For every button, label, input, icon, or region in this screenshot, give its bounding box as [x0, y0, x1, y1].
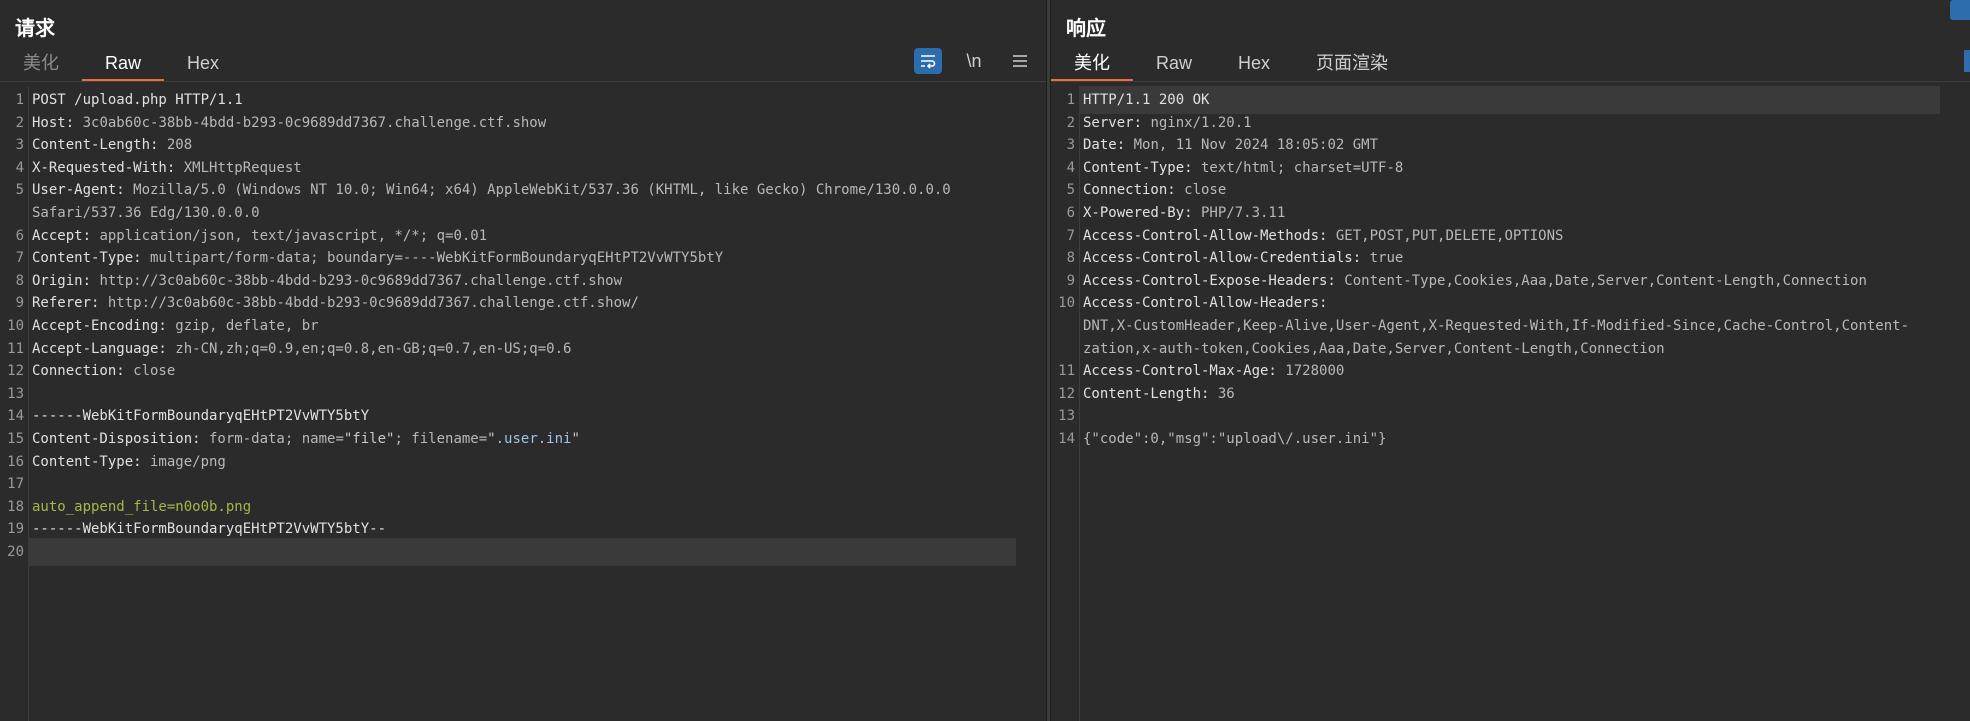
header-value: true — [1361, 250, 1404, 267]
header-name: Server: — [1083, 114, 1143, 131]
tab-raw[interactable]: Raw — [82, 48, 165, 82]
tab-pretty[interactable]: 美化 — [0, 48, 82, 82]
code-line[interactable]: 20 — [0, 538, 1046, 566]
header-value: DNT,X-CustomHeader,Keep-Alive,User-Agent… — [1083, 318, 1910, 334]
header-name: Connection: — [1083, 182, 1176, 199]
header-name: Content-Disposition: — [32, 431, 201, 447]
filename-value: .user.ini — [495, 431, 572, 447]
newline-toggle-button[interactable]: \n — [960, 48, 988, 74]
header-name: Origin: — [32, 272, 92, 289]
header-value: http://3c0ab60c-38bb-4bdd-b293-0c9689dd7… — [91, 272, 623, 289]
header-value: zation,x-auth-token,Cookies,Aaa,Date,Ser… — [1083, 340, 1665, 357]
header-value: PHP/7.3.11 — [1192, 205, 1286, 221]
response-title: 响应 — [1066, 18, 1106, 40]
header-value: GET,POST,PUT,DELETE,OPTIONS — [1327, 227, 1564, 244]
tabs-divider — [0, 81, 1046, 82]
header-name: Access-Control-Max-Age: — [1083, 363, 1277, 380]
header-value: Mozilla/5.0 (Windows NT 10.0; Win64; x64… — [124, 182, 951, 199]
header-name: Date: — [1083, 137, 1126, 154]
line-number: 20 — [7, 544, 24, 560]
header-name: Connection: — [32, 363, 125, 380]
header-name: Content-Length: — [1083, 385, 1210, 402]
header-value: close — [124, 363, 176, 380]
tab-hex[interactable]: Hex — [1215, 48, 1293, 82]
header-name: X-Powered-By: — [1083, 205, 1193, 221]
header-name: Content-Type: — [32, 453, 142, 470]
header-value: nginx/1.20.1 — [1142, 114, 1252, 131]
tab-hex[interactable]: Hex — [164, 48, 242, 82]
header-name: Accept-Encoding: — [32, 318, 167, 334]
header-name: ------WebKitFormBoundaryqEHtPT2VvWTY5btY… — [32, 521, 387, 538]
header-value: image/png — [141, 453, 226, 470]
header-value: text/html; charset=UTF-8 — [1192, 159, 1404, 176]
request-pane: 请求 美化 Raw Hex \n 1 POST /upload.php HTTP/… — [0, 0, 1046, 721]
header-value: zh-CN,zh;q=0.9,en;q=0.8,en-GB;q=0.7,en-U… — [166, 340, 572, 357]
header-name: Accept: — [32, 227, 92, 244]
tab-raw[interactable]: Raw — [1133, 48, 1215, 82]
header-value: 1728000 — [1276, 363, 1345, 380]
code-line[interactable]: 14 {"code":0,"msg":"upload\/.user.ini"} — [1051, 425, 1970, 453]
header-name: X-Requested-With: — [32, 159, 176, 176]
response-editor[interactable]: 1 HTTP/1.1 200 OK 2 Server: nginx/1.20.1 3 Da… — [1051, 86, 1970, 721]
header-name: Access-Control-Allow-Methods: — [1083, 227, 1328, 244]
tabs-divider — [1051, 81, 1970, 82]
menu-icon[interactable] — [1006, 48, 1034, 74]
header-name: Accept-Language: — [32, 340, 167, 357]
header-value: http://3c0ab60c-38bb-4bdd-b293-0c9689dd7… — [99, 295, 639, 312]
wrap-icon[interactable] — [914, 48, 942, 74]
tab-render[interactable]: 页面渲染 — [1293, 48, 1411, 82]
header-name: User-Agent: — [32, 182, 125, 199]
header-value: form-data; name= — [200, 431, 344, 447]
header-value: gzip, deflate, br — [166, 318, 319, 334]
header-name: Access-Control-Expose-Headers: — [1083, 272, 1336, 289]
request-title: 请求 — [15, 18, 55, 40]
quote-mark: " — [487, 431, 496, 447]
header-name: Content-Length: — [32, 137, 159, 154]
current-line-highlight — [28, 538, 1016, 566]
header-value: application/json, text/javascript, */*; … — [91, 227, 488, 244]
header-value: {"code":0,"msg":"upload\/.user.ini"} — [1083, 431, 1387, 447]
request-toolbar: \n — [914, 48, 1034, 74]
response-tabs: 美化 Raw Hex 页面渲染 — [1051, 48, 1411, 82]
header-value: 3c0ab60c-38bb-4bdd-b293-0c9689dd7367.cha… — [74, 114, 547, 131]
header-name: POST /upload.php HTTP/1.1 — [32, 92, 243, 108]
header-value: XMLHttpRequest — [175, 159, 302, 176]
request-editor[interactable]: 1 POST /upload.php HTTP/1.1 2 Host: 3c0ab60… — [0, 86, 1046, 721]
header-value: Safari/537.36 Edg/130.0.0.0 — [32, 205, 260, 221]
header-name: Access-Control-Allow-Headers: — [1083, 295, 1328, 312]
header-name: ------WebKitFormBoundaryqEHtPT2VvWTY5btY — [32, 408, 370, 425]
header-value: ; filename= — [394, 431, 488, 447]
header-value: Content-Type,Cookies,Aaa,Date,Server,Con… — [1335, 272, 1867, 289]
quoted-value: "file" — [343, 431, 395, 447]
header-value: close — [1175, 182, 1227, 199]
header-name: Referer: — [32, 295, 100, 312]
header-name: Host: — [32, 114, 75, 131]
panel-toggle-icon[interactable] — [1964, 50, 1970, 72]
header-name: Access-Control-Allow-Credentials: — [1083, 250, 1362, 267]
header-value: Mon, 11 Nov 2024 18:05:02 GMT — [1125, 137, 1379, 154]
header-value: multipart/form-data; boundary=----WebKit… — [141, 250, 724, 267]
body-content: auto_append_file=n0o0b.png — [32, 498, 252, 515]
header-value: 36 — [1209, 385, 1235, 402]
response-pane: 响应 美化 Raw Hex 页面渲染 1 HTTP/1.1 200 OK 2 Serv… — [1051, 0, 1970, 721]
header-name: Content-Type: — [1083, 159, 1193, 176]
header-value: 208 — [158, 137, 193, 154]
line-number: 14 — [1058, 431, 1075, 447]
quote-mark: " — [571, 431, 580, 447]
settings-icon[interactable] — [1950, 0, 1970, 20]
request-tabs: 美化 Raw Hex — [0, 48, 242, 82]
header-name: Content-Type: — [32, 250, 142, 267]
line-content: {"code":0,"msg":"upload\/.user.ini"} — [1083, 425, 1386, 453]
header-name: HTTP/1.1 200 OK — [1083, 92, 1210, 108]
tab-pretty[interactable]: 美化 — [1051, 48, 1133, 82]
